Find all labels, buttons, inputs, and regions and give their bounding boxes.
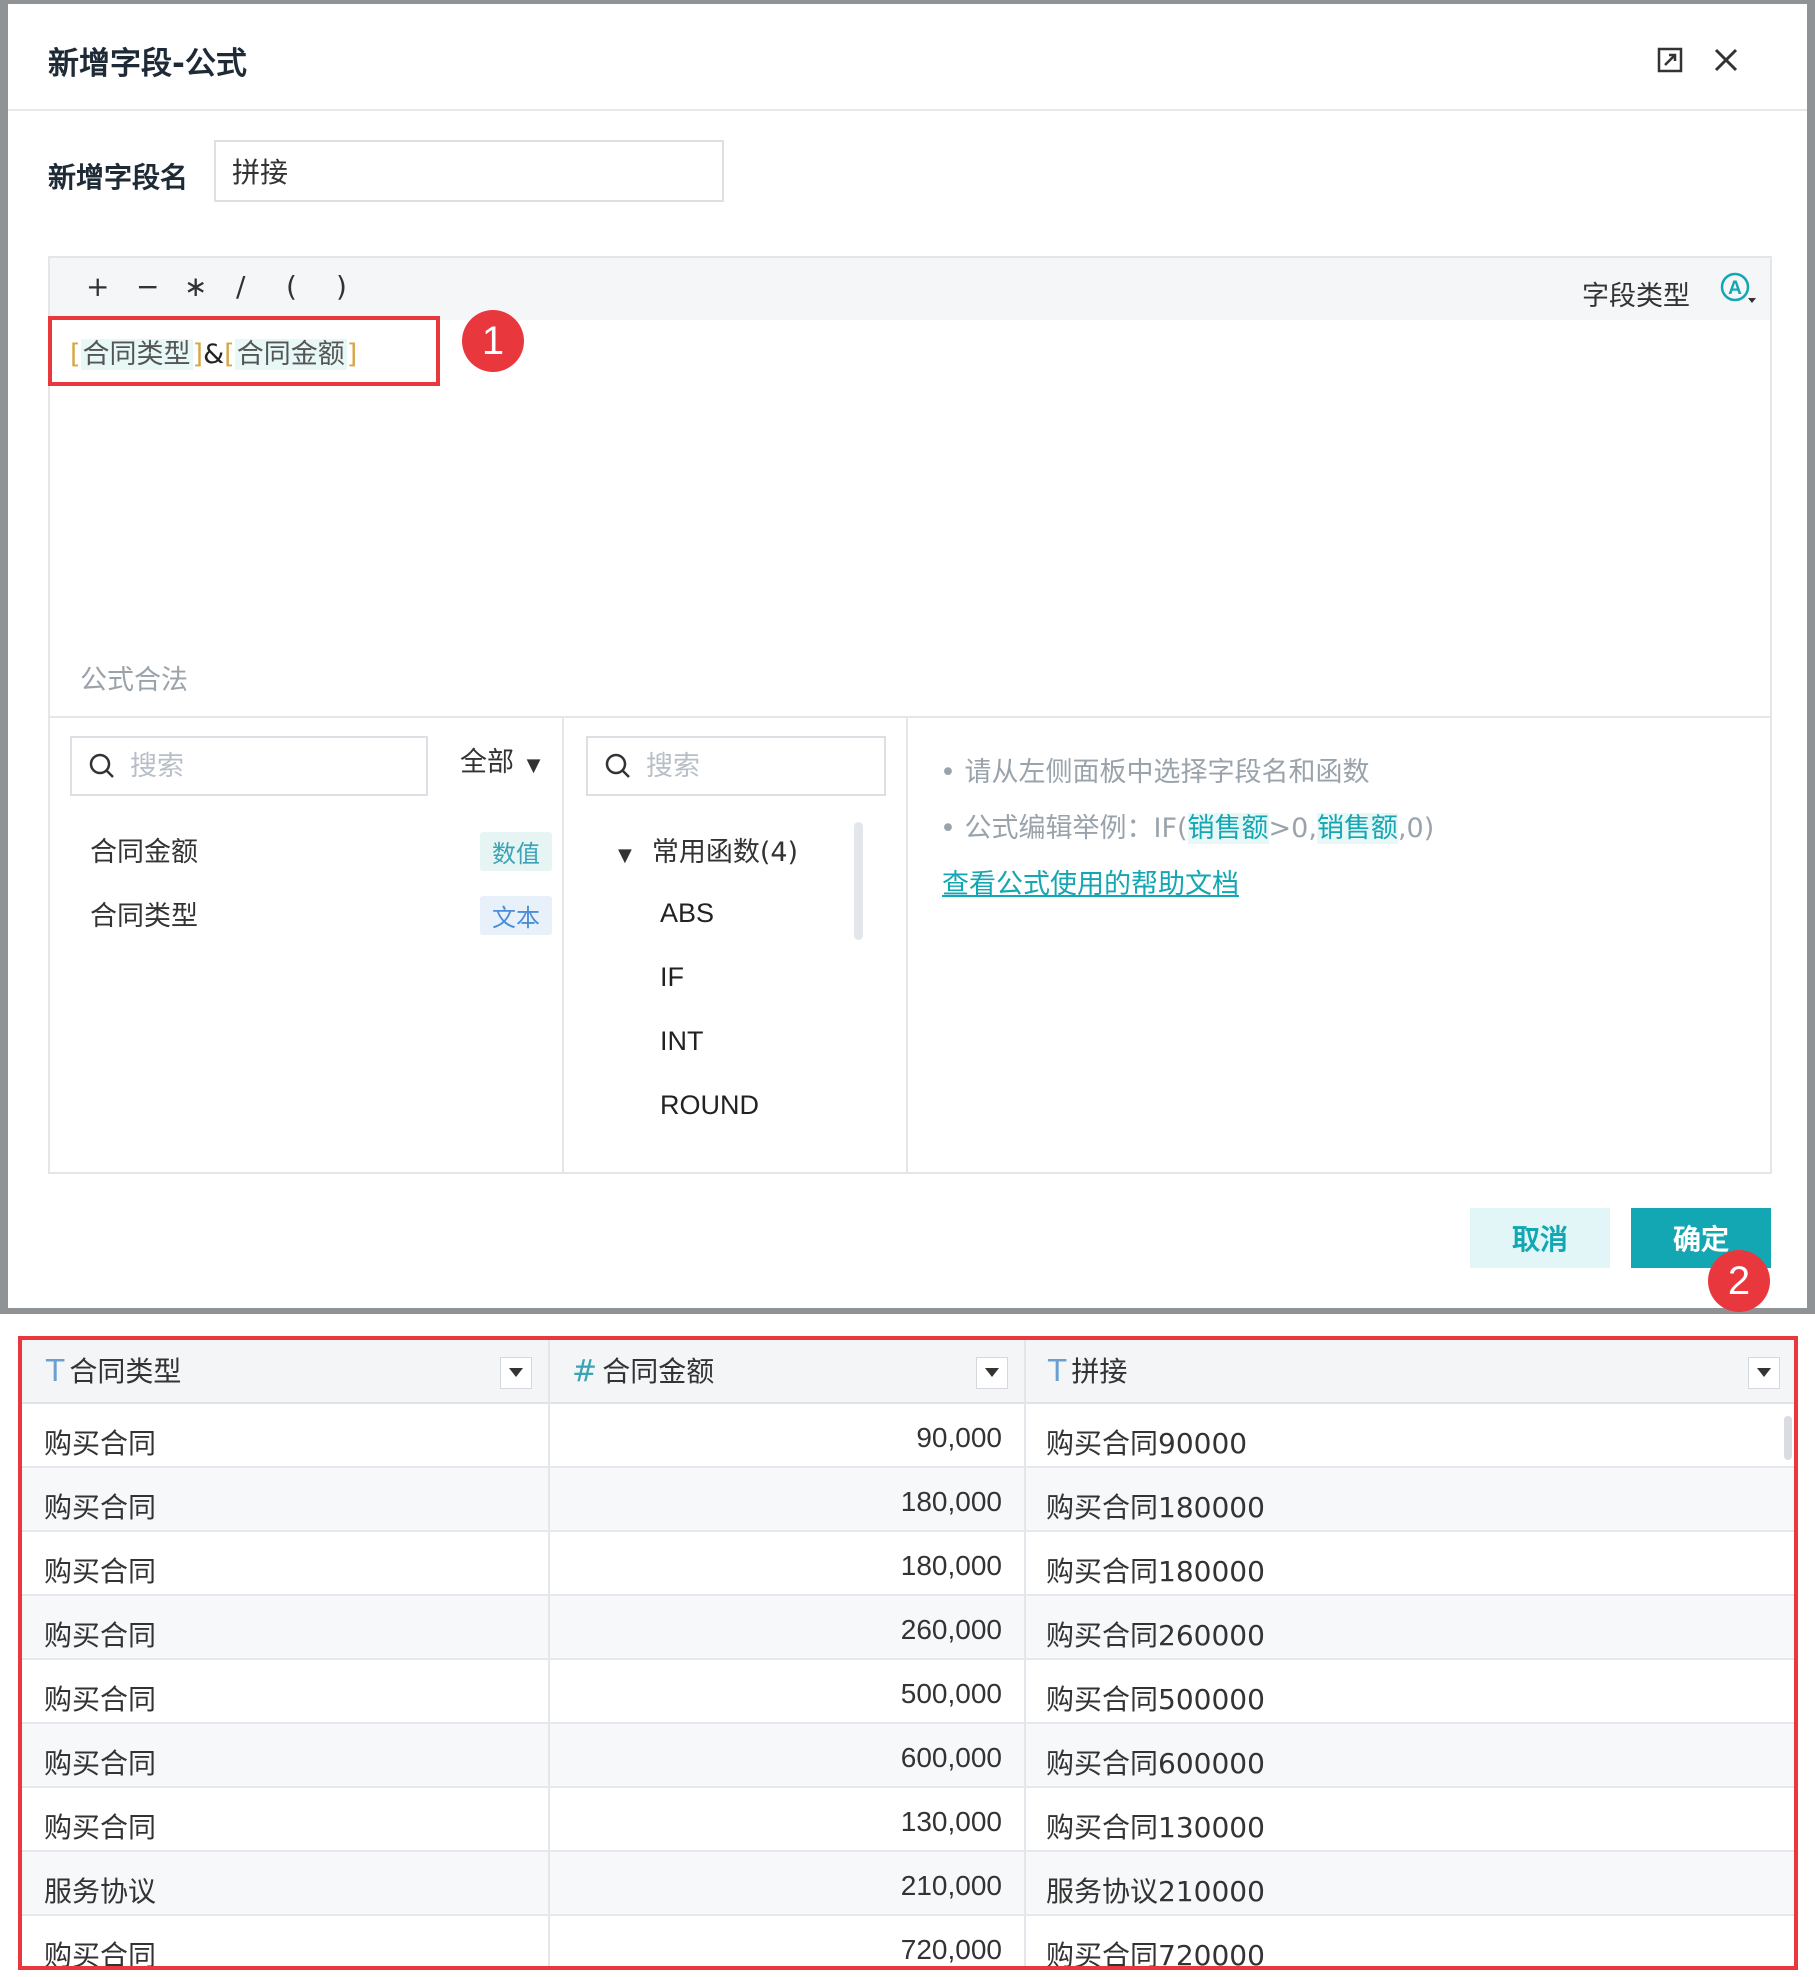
op-multiply-button[interactable]: ∗ bbox=[184, 270, 207, 303]
function-item-if[interactable]: IF bbox=[660, 962, 684, 993]
function-item-abs[interactable]: ABS bbox=[660, 898, 714, 929]
field-item[interactable]: 合同金额 数值 bbox=[50, 822, 560, 878]
field-item-name: 合同类型 bbox=[90, 901, 198, 932]
op-lparen-button[interactable]: ( bbox=[286, 270, 297, 303]
op-minus-button[interactable]: − bbox=[136, 270, 159, 303]
selector-panels: 全部 ▼ 合同金额 数值 合同类型 文本 bbox=[50, 716, 1770, 1174]
functions-panel: ▼ 常用函数(4) ABS IF INT ROUND bbox=[564, 718, 908, 1174]
table-highlight-box bbox=[18, 1336, 1798, 1970]
maximize-icon[interactable] bbox=[1648, 38, 1692, 82]
op-rparen-button[interactable]: ) bbox=[336, 270, 347, 303]
field-filter-dropdown[interactable]: 全部 ▼ bbox=[460, 740, 540, 779]
field-name-label: 新增字段名 bbox=[48, 161, 189, 194]
search-icon bbox=[604, 752, 632, 780]
step-marker-1: 1 bbox=[462, 310, 524, 372]
field-type-tag: 数值 bbox=[480, 832, 552, 871]
formula-highlight-box bbox=[48, 316, 440, 386]
cancel-button[interactable]: 取消 bbox=[1470, 1208, 1610, 1268]
svg-text:A: A bbox=[1728, 278, 1742, 299]
function-list-scrollbar[interactable] bbox=[854, 822, 863, 940]
example-field: 销售额 bbox=[1187, 813, 1269, 844]
field-filter-label: 全部 bbox=[460, 747, 514, 778]
function-search-box[interactable] bbox=[586, 736, 886, 796]
op-divide-button[interactable]: / bbox=[236, 270, 245, 303]
help-doc-link[interactable]: 查看公式使用的帮助文档 bbox=[942, 862, 1239, 901]
example-field: 销售额 bbox=[1316, 813, 1398, 844]
field-type-label: 字段类型 bbox=[1582, 281, 1690, 312]
step-marker-2: 2 bbox=[1708, 1250, 1770, 1312]
dialog-header: 新增字段-公式 bbox=[8, 4, 1807, 111]
field-search-box[interactable] bbox=[70, 736, 428, 796]
help-tip-select: • 请从左侧面板中选择字段名和函数 bbox=[940, 757, 1370, 788]
field-item-name: 合同金额 bbox=[90, 837, 198, 868]
fields-panel: 全部 ▼ 合同金额 数值 合同类型 文本 bbox=[50, 718, 564, 1174]
example-prefix: • 公式编辑举例：IF( bbox=[940, 813, 1188, 844]
field-item[interactable]: 合同类型 文本 bbox=[50, 886, 560, 942]
field-search-input[interactable] bbox=[128, 749, 332, 783]
help-tip-example: • 公式编辑举例：IF(销售额>0,销售额,0) bbox=[940, 806, 1434, 845]
formula-dialog: 新增字段-公式 新增字段名 + − ∗ / ( ) 字段类型 A [合同类型]&… bbox=[8, 4, 1807, 1308]
caret-down-icon: ▼ bbox=[526, 755, 541, 776]
dialog-title: 新增字段-公式 bbox=[48, 46, 247, 82]
field-type-tag: 文本 bbox=[480, 896, 552, 935]
help-panel: • 请从左侧面板中选择字段名和函数 • 公式编辑举例：IF(销售额>0,销售额,… bbox=[908, 718, 1768, 1174]
validation-status: 公式合法 bbox=[80, 665, 188, 696]
function-item-int[interactable]: INT bbox=[660, 1026, 704, 1057]
field-name-input[interactable] bbox=[214, 140, 724, 202]
function-group-label: 常用函数(4) bbox=[651, 837, 799, 868]
search-icon bbox=[88, 752, 116, 780]
function-item-round[interactable]: ROUND bbox=[660, 1090, 759, 1121]
caret-down-icon: ▼ bbox=[618, 845, 632, 866]
example-suffix: ,0) bbox=[1397, 813, 1435, 844]
function-group-header[interactable]: ▼ 常用函数(4) bbox=[618, 830, 798, 869]
field-type-dropdown-icon[interactable]: A bbox=[1720, 272, 1758, 312]
close-icon[interactable] bbox=[1704, 38, 1748, 82]
formula-editor: + − ∗ / ( ) 字段类型 A [合同类型]&[合同金额] 公式合法 搜索… bbox=[48, 256, 1772, 1174]
operator-toolbar: + − ∗ / ( ) 字段类型 A bbox=[50, 258, 1770, 320]
function-search-input[interactable] bbox=[644, 749, 808, 783]
op-plus-button[interactable]: + bbox=[86, 270, 109, 303]
example-middle: >0, bbox=[1268, 813, 1317, 844]
